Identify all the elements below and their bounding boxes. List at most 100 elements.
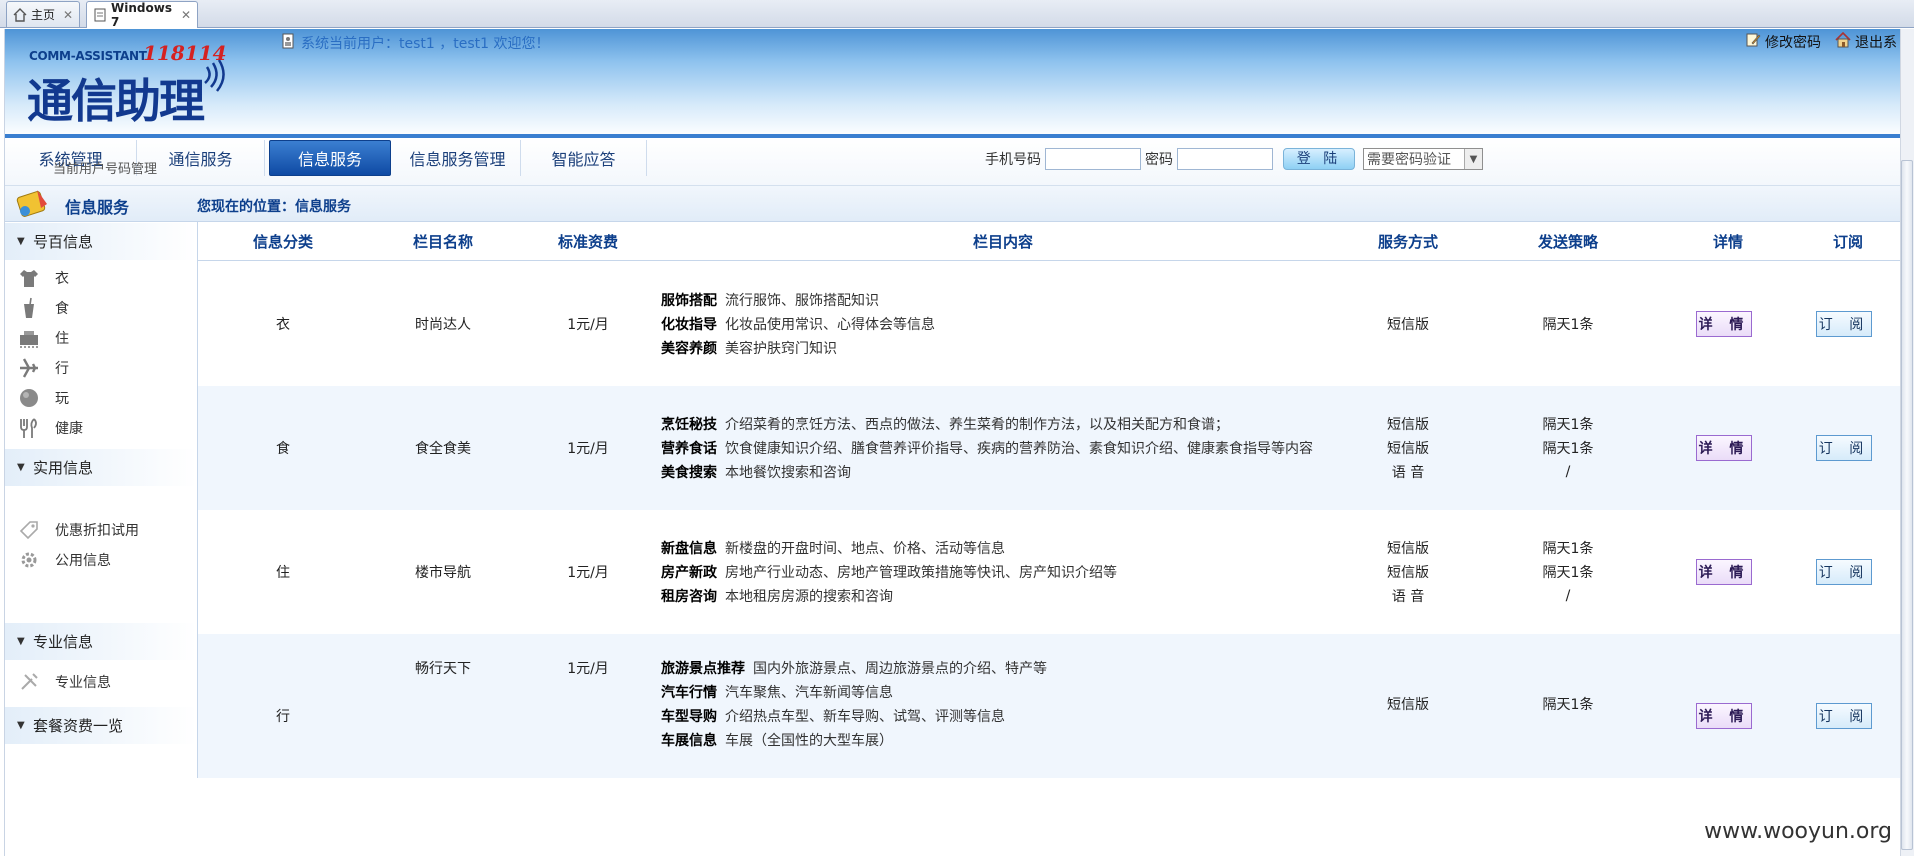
user-icon (281, 33, 295, 53)
logout-link[interactable]: 退出系 (1835, 31, 1897, 52)
column-header: 服务方式 (1377, 232, 1438, 251)
tools-icon (17, 671, 41, 693)
password-label: 密码 (1145, 152, 1173, 168)
tab-smart-response[interactable]: 智能应答 (521, 140, 647, 176)
detail-button[interactable]: 详 情 (1696, 703, 1752, 729)
login-button[interactable]: 登 陆 (1283, 148, 1355, 170)
browser-tab-windows7[interactable]: Windows 7 ✕ (86, 1, 198, 29)
send-strategy: / (1565, 588, 1571, 604)
content-title: 烹饪秘技 (661, 417, 717, 433)
current-location: 您现在的位置：信息服务 (197, 199, 351, 215)
sidebar-section-practical[interactable]: ▼ 实用信息 (5, 448, 197, 486)
content-desc: 介绍热点车型、新车导购、试驾、评测等信息 (725, 709, 1005, 725)
sidebar-item-health[interactable]: 健康 (17, 416, 83, 440)
subscribe-button[interactable]: 订 阅 (1816, 435, 1872, 461)
triangle-down-icon: ▼ (17, 462, 25, 473)
fee-cell: 1元/月 (567, 661, 609, 677)
verify-mode-select[interactable]: 需要密码验证 ▼ (1363, 148, 1483, 170)
content-cell: 旅游景点推荐 国内外旅游景点、周边旅游景点的介绍、特产等 汽车行情 汽车聚焦、汽车新… (661, 656, 1047, 752)
sidebar-item-food[interactable]: 食 (17, 296, 69, 320)
sidebar-section-packages[interactable]: ▼ 套餐资费一览 (5, 706, 197, 744)
sidebar-section-professional[interactable]: ▼ 专业信息 (5, 622, 197, 660)
service-mode: 短信版 (1387, 417, 1429, 433)
tag-icon (17, 519, 41, 541)
detail-button[interactable]: 详 情 (1696, 435, 1752, 461)
content-title: 车型导购 (661, 709, 717, 725)
content-line: 车型导购 介绍热点车型、新车导购、试驾、评测等信息 (661, 704, 1047, 728)
main-nav: 系统管理 通信服务 信息服务 信息服务管理 智能应答 当前用户号码管理 手机号码… (5, 138, 1900, 186)
send-strategy: 隔天1条 (1542, 697, 1594, 713)
content-line: 美食搜索 本地餐饮搜索和咨询 (661, 460, 1313, 484)
content-title: 化妆指导 (661, 317, 717, 333)
content-line: 营养食话 饮食健康知识介绍、膳食营养评价指导、疾病的营养防治、素食知识介绍、健康素… (661, 436, 1313, 460)
service-mode: 语 音 (1391, 589, 1425, 605)
strategy-cell: 隔天1条 (1468, 312, 1668, 336)
sidebar-item-label: 玩 (55, 391, 69, 407)
triangle-down-icon: ▼ (17, 720, 25, 731)
service-cell: 短信版 短信版 语 音 (1348, 412, 1468, 484)
header-divider (198, 260, 1900, 261)
bed-icon (17, 327, 41, 349)
content-title: 租房咨询 (661, 589, 717, 605)
password-input[interactable] (1177, 148, 1273, 170)
info-service-icon (11, 186, 55, 222)
send-strategy: 隔天1条 (1542, 565, 1594, 581)
house-icon (1835, 31, 1851, 52)
detail-button[interactable]: 详 情 (1696, 559, 1752, 585)
logo-chinese: 通信助理 (27, 74, 205, 128)
service-mode: 短信版 (1387, 441, 1429, 457)
table-row: 住 楼市导航 1元/月 新盘信息 新楼盘的开盘时间、地点、价格、活动等信息 房产新… (198, 510, 1900, 634)
sidebar-item-travel[interactable]: 行 (17, 356, 69, 380)
strategy-cell: 隔天1条 (1468, 692, 1668, 716)
phone-input[interactable] (1045, 148, 1141, 170)
sidebar-item-clothing[interactable]: 衣 (17, 266, 69, 290)
change-password-link[interactable]: 修改密码 (1745, 32, 1821, 52)
content-cell: 烹饪秘技 介绍菜肴的烹饪方法、西点的做法、养生菜肴的制作方法，以及相关配方和食谱；… (661, 412, 1313, 484)
sidebar-item-label: 健康 (55, 421, 83, 437)
submenu-overlap-text[interactable]: 当前用户号码管理 (53, 158, 157, 177)
browser-tab-label: Windows 7 (111, 1, 172, 29)
send-strategy: 隔天1条 (1542, 541, 1594, 557)
change-password-label: 修改密码 (1765, 35, 1821, 51)
service-cell: 短信版 短信版 语 音 (1348, 536, 1468, 608)
logout-label: 退出系 (1855, 35, 1897, 51)
content-desc: 饮食健康知识介绍、膳食营养评价指导、疾病的营养防治、素食知识介绍、健康素食指导等… (725, 441, 1313, 457)
sidebar: ▼ 号百信息 衣 食 住 行 玩 健康 ▼ 实用信息 优惠折扣试用 公用信息 ▼… (5, 222, 198, 778)
tab-label: 信息服务 (297, 150, 362, 169)
close-icon[interactable]: ✕ (181, 8, 191, 22)
subscribe-button[interactable]: 订 阅 (1816, 311, 1872, 337)
top-links: 修改密码 退出系 (1745, 31, 1897, 52)
name-cell: 食全食美 (415, 441, 471, 457)
browser-tab-home[interactable]: 主页 ✕ (6, 1, 80, 27)
scrollbar-thumb[interactable] (1901, 160, 1913, 850)
content-line: 汽车行情 汽车聚焦、汽车新闻等信息 (661, 680, 1047, 704)
tab-information-service[interactable]: 信息服务 (269, 140, 391, 176)
content-title: 汽车行情 (661, 685, 717, 701)
sidebar-item-professional-info[interactable]: 专业信息 (17, 670, 111, 694)
service-cell: 短信版 (1348, 312, 1468, 336)
column-header: 栏目名称 (412, 232, 473, 251)
close-icon[interactable]: ✕ (63, 8, 73, 22)
site-logo[interactable]: COMM-ASSISTANT 118114 通信助理 (25, 41, 227, 135)
sidebar-item-public-info[interactable]: 公用信息 (17, 548, 111, 572)
content-cell: 服饰搭配 流行服饰、服饰搭配知识 化妆指导 化妆品使用常识、心得体会等信息 美容养颜… (661, 288, 935, 360)
content-line: 烹饪秘技 介绍菜肴的烹饪方法、西点的做法、养生菜肴的制作方法，以及相关配方和食谱； (661, 412, 1313, 436)
detail-button[interactable]: 详 情 (1696, 311, 1752, 337)
sidebar-section-haobai[interactable]: ▼ 号百信息 (5, 222, 197, 260)
tab-information-service-management[interactable]: 信息服务管理 (395, 140, 521, 176)
service-mode: 短信版 (1387, 565, 1429, 581)
service-mode: 短信版 (1387, 317, 1429, 333)
health-icon (17, 417, 41, 439)
sidebar-item-discount[interactable]: 优惠折扣试用 (17, 518, 139, 542)
service-table: 信息分类 栏目名称 标准资费 栏目内容 服务方式 发送策略 详情 订阅 衣 时尚… (198, 222, 1900, 778)
fee-cell: 1元/月 (567, 317, 609, 333)
sidebar-item-play[interactable]: 玩 (17, 386, 69, 410)
subscribe-button[interactable]: 订 阅 (1816, 703, 1872, 729)
browser-tab-label: 主页 (31, 8, 56, 22)
content-title: 美容养颜 (661, 341, 717, 357)
login-form: 手机号码 密码 登 陆 需要密码验证 ▼ (985, 148, 1483, 170)
sidebar-item-label: 住 (55, 331, 69, 347)
subscribe-button[interactable]: 订 阅 (1816, 559, 1872, 585)
logo-english: COMM-ASSISTANT (29, 49, 147, 63)
sidebar-item-housing[interactable]: 住 (17, 326, 69, 350)
